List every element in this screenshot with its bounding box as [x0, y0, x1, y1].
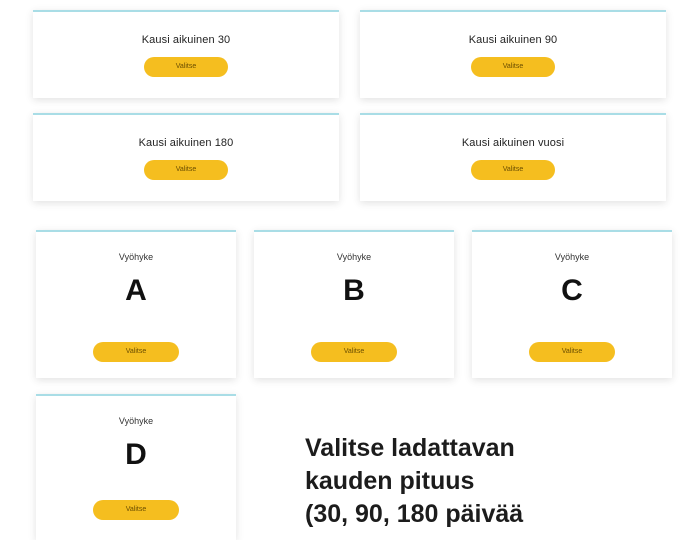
season-card-year[interactable]: Kausi aikuinen vuosi Valitse: [360, 113, 666, 201]
season-title: Kausi aikuinen 30: [141, 34, 231, 46]
zone-letter: D: [125, 438, 147, 471]
select-button[interactable]: Valitse: [93, 500, 179, 520]
select-button[interactable]: Valitse: [144, 160, 228, 180]
season-card-30[interactable]: Kausi aikuinen 30 Valitse: [33, 10, 339, 98]
zone-letter: A: [125, 274, 147, 307]
select-button[interactable]: Valitse: [471, 160, 555, 180]
zone-label: Vyöhyke: [336, 252, 372, 262]
season-card-180[interactable]: Kausi aikuinen 180 Valitse: [33, 113, 339, 201]
zone-label: Vyöhyke: [118, 416, 154, 426]
zone-card-a[interactable]: Vyöhyke A Valitse: [36, 230, 236, 378]
select-button[interactable]: Valitse: [529, 342, 615, 362]
season-card-90[interactable]: Kausi aikuinen 90 Valitse: [360, 10, 666, 98]
zone-card-d[interactable]: Vyöhyke D Valitse: [36, 394, 236, 540]
zone-label: Vyöhyke: [118, 252, 154, 262]
select-button[interactable]: Valitse: [144, 57, 228, 77]
season-title: Kausi aikuinen 90: [468, 34, 558, 46]
zone-card-c[interactable]: Vyöhyke C Valitse: [472, 230, 672, 378]
select-button[interactable]: Valitse: [471, 57, 555, 77]
zone-letter: C: [561, 274, 583, 307]
zone-letter: B: [343, 274, 365, 307]
season-title: Kausi aikuinen vuosi: [461, 137, 565, 149]
zone-label: Vyöhyke: [554, 252, 590, 262]
zone-card-b[interactable]: Vyöhyke B Valitse: [254, 230, 454, 378]
instruction-text: Valitse ladattavan kauden pituus (30, 90…: [305, 434, 524, 528]
select-button[interactable]: Valitse: [93, 342, 179, 362]
select-button[interactable]: Valitse: [311, 342, 397, 362]
season-title: Kausi aikuinen 180: [138, 137, 234, 149]
